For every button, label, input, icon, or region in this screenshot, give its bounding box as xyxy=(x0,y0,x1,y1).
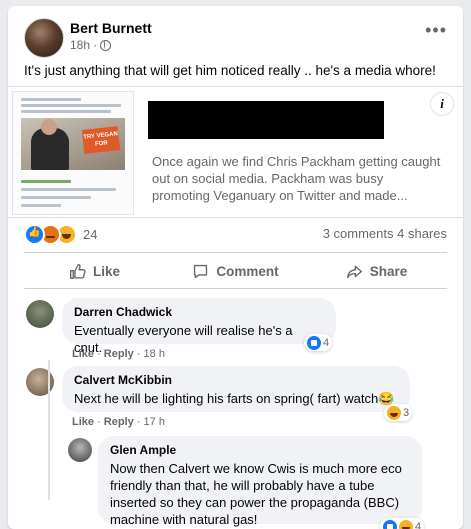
comment-bubble: Calvert McKibbin Next he will be lightin… xyxy=(62,366,410,412)
comment-time[interactable]: 18 h xyxy=(144,348,165,360)
post-time[interactable]: 18h xyxy=(70,38,90,52)
comment-reaction-count: 3 xyxy=(403,406,410,419)
tweet-line xyxy=(21,204,61,207)
divider xyxy=(24,288,447,289)
comment-reaction-count: 4 xyxy=(415,520,422,529)
commenter-avatar[interactable] xyxy=(26,300,54,328)
like-reaction-icon xyxy=(383,519,397,529)
reaction-count[interactable]: 24 xyxy=(83,227,97,242)
tweet-line xyxy=(21,98,81,101)
comments-count[interactable]: 3 comments xyxy=(323,226,394,241)
reactions-summary[interactable]: 24 xyxy=(24,224,97,245)
comment-reactions[interactable]: 4 xyxy=(380,518,425,529)
tweet-person-head xyxy=(41,119,57,135)
preview-description[interactable]: Once again we find Chris Packham getting… xyxy=(152,153,442,204)
divider xyxy=(24,252,447,253)
shares-count[interactable]: 4 shares xyxy=(397,226,447,241)
info-icon[interactable]: i xyxy=(431,93,453,115)
like-reaction-icon xyxy=(307,335,321,350)
post-meta: 18h · xyxy=(70,38,112,52)
author-name[interactable]: Bert Burnett xyxy=(70,20,152,36)
meta-separator: · xyxy=(93,38,98,52)
tweet-line xyxy=(21,110,111,113)
tweet-line xyxy=(21,104,121,107)
share-icon xyxy=(346,265,362,278)
post-stats: 24 3 comments 4 shares xyxy=(24,224,447,246)
commenter-name[interactable]: Darren Chadwick xyxy=(74,305,324,320)
preview-thumbnail[interactable]: TRY VEGAN FOR xyxy=(12,91,134,215)
comment-bubble: Glen Ample Now then Calvert we know Cwis… xyxy=(98,436,422,527)
share-button[interactable]: Share xyxy=(306,256,447,286)
share-label: Share xyxy=(369,263,408,279)
haha-reaction-icon xyxy=(399,519,413,529)
redacted-title xyxy=(148,101,384,139)
post-actions: Like Comment Share xyxy=(24,256,447,286)
comment-bubble: Darren Chadwick Eventually everyone will… xyxy=(62,298,336,355)
comment-like-link[interactable]: Like xyxy=(72,416,94,428)
comment-text: Next he will be lighting his farts on sp… xyxy=(74,391,395,406)
comment-reactions[interactable]: 4 xyxy=(304,334,333,351)
comments-shares: 3 comments 4 shares xyxy=(323,226,447,241)
tweet-line xyxy=(21,180,71,183)
post-text: It's just anything that will get him not… xyxy=(24,63,436,78)
more-options-icon[interactable]: ••• xyxy=(425,20,447,41)
commenter-avatar[interactable] xyxy=(68,438,92,462)
commenter-name[interactable]: Calvert McKibbin xyxy=(74,373,398,388)
comment-reactions[interactable]: 3 xyxy=(384,404,413,421)
tweet-line xyxy=(21,196,91,199)
link-preview[interactable]: TRY VEGAN FOR Once again we find Chris P… xyxy=(8,86,463,218)
post-card: Bert Burnett 18h · ••• It's just anythin… xyxy=(8,6,463,529)
comment-meta: Like · Reply · 18 h xyxy=(72,348,165,360)
comment-meta: Like · Reply · 17 h xyxy=(72,416,165,428)
comment-reaction-count: 4 xyxy=(323,336,330,349)
globe-icon[interactable] xyxy=(100,39,112,51)
comment-label: Comment xyxy=(216,263,279,279)
comment-like-link[interactable]: Like xyxy=(72,348,94,360)
comment-button[interactable]: Comment xyxy=(165,256,306,286)
tweet-sign: TRY VEGAN FOR xyxy=(81,126,121,154)
thread-connector xyxy=(48,360,50,500)
like-reaction-icon xyxy=(24,224,45,245)
comment-reply-link[interactable]: Reply xyxy=(104,348,134,360)
like-button[interactable]: Like xyxy=(24,256,165,286)
commenter-name[interactable]: Glen Ample xyxy=(110,443,410,458)
haha-reaction-icon xyxy=(387,405,401,420)
author-avatar[interactable] xyxy=(24,18,64,58)
thumbs-up-icon xyxy=(70,263,86,279)
comment-time[interactable]: 17 h xyxy=(144,416,165,428)
tweet-line xyxy=(21,188,116,191)
comment-text: Now then Calvert we know Cwis is much mo… xyxy=(110,461,402,527)
like-label: Like xyxy=(92,263,120,279)
post-header: Bert Burnett 18h · ••• xyxy=(8,6,463,62)
comment-icon xyxy=(194,264,208,278)
comment-reply-link[interactable]: Reply xyxy=(104,416,134,428)
